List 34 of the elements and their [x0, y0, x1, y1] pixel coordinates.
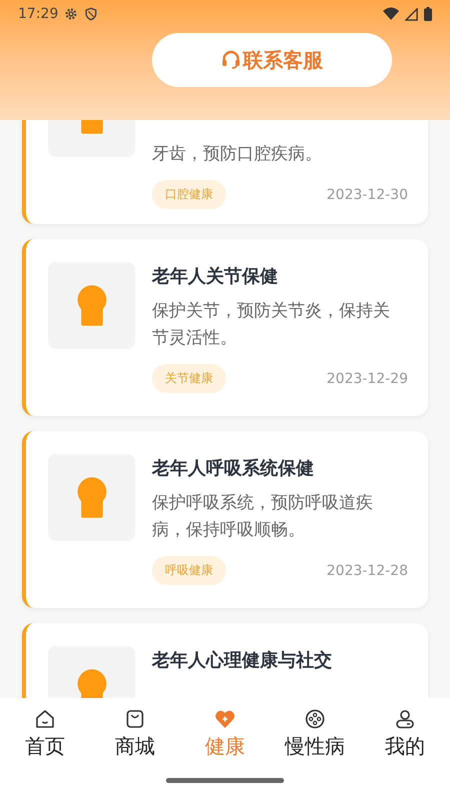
article-title: 老年人关节保健: [152, 265, 279, 289]
tab-label[interactable]: 我的: [385, 732, 425, 760]
tab-label[interactable]: 首页: [25, 732, 65, 760]
signal-icon: [405, 8, 418, 20]
film-reel-icon[interactable]: [304, 708, 326, 730]
shield-icon: [84, 7, 98, 21]
bag-icon[interactable]: [124, 708, 146, 730]
article-description: 保护呼吸系统，预防呼吸道疾病，保持呼吸顺畅。: [152, 492, 374, 542]
article-description: 保护关节，预防关节炎，保持关节灵活性。: [152, 300, 391, 350]
bulb-icon: [48, 262, 135, 349]
article-card[interactable]: 牙齿，预防口腔疾病。 口腔健康 2023-12-30: [22, 120, 428, 224]
home-icon[interactable]: [34, 708, 56, 730]
wifi-icon: [383, 7, 399, 21]
article-date: 2023-12-29: [326, 370, 408, 386]
article-card[interactable]: 老年人关节保健 保护关节，预防关节炎，保持关节灵活性。 关节健康 2023-12-29: [22, 239, 428, 416]
article-title: 老年人心理健康与社交: [152, 649, 333, 673]
category-tag: 口腔健康: [152, 180, 226, 209]
gear-icon: [64, 7, 78, 21]
tab-label[interactable]: 商城: [115, 732, 155, 760]
article-card[interactable]: 老年人心理健康与社交: [22, 623, 428, 698]
article-description: 牙齿，预防口腔疾病。: [152, 143, 323, 166]
category-tag: 呼吸健康: [152, 556, 226, 585]
tab-label[interactable]: 慢性病: [285, 732, 345, 760]
battery-icon: [424, 7, 432, 21]
user-icon[interactable]: [394, 708, 416, 730]
article-title: 老年人呼吸系统保健: [152, 457, 315, 481]
article-date: 2023-12-28: [326, 562, 408, 578]
status-time: 17:29: [18, 6, 58, 22]
bulb-icon: [48, 454, 135, 541]
heart-icon[interactable]: [214, 708, 236, 730]
category-tag: 关节健康: [152, 364, 226, 393]
article-card[interactable]: 老年人呼吸系统保健 保护呼吸系统，预防呼吸道疾病，保持呼吸顺畅。 呼吸健康 2023-12-28: [22, 431, 428, 608]
headset-icon: [221, 50, 241, 70]
article-date: 2023-12-30: [326, 186, 408, 202]
